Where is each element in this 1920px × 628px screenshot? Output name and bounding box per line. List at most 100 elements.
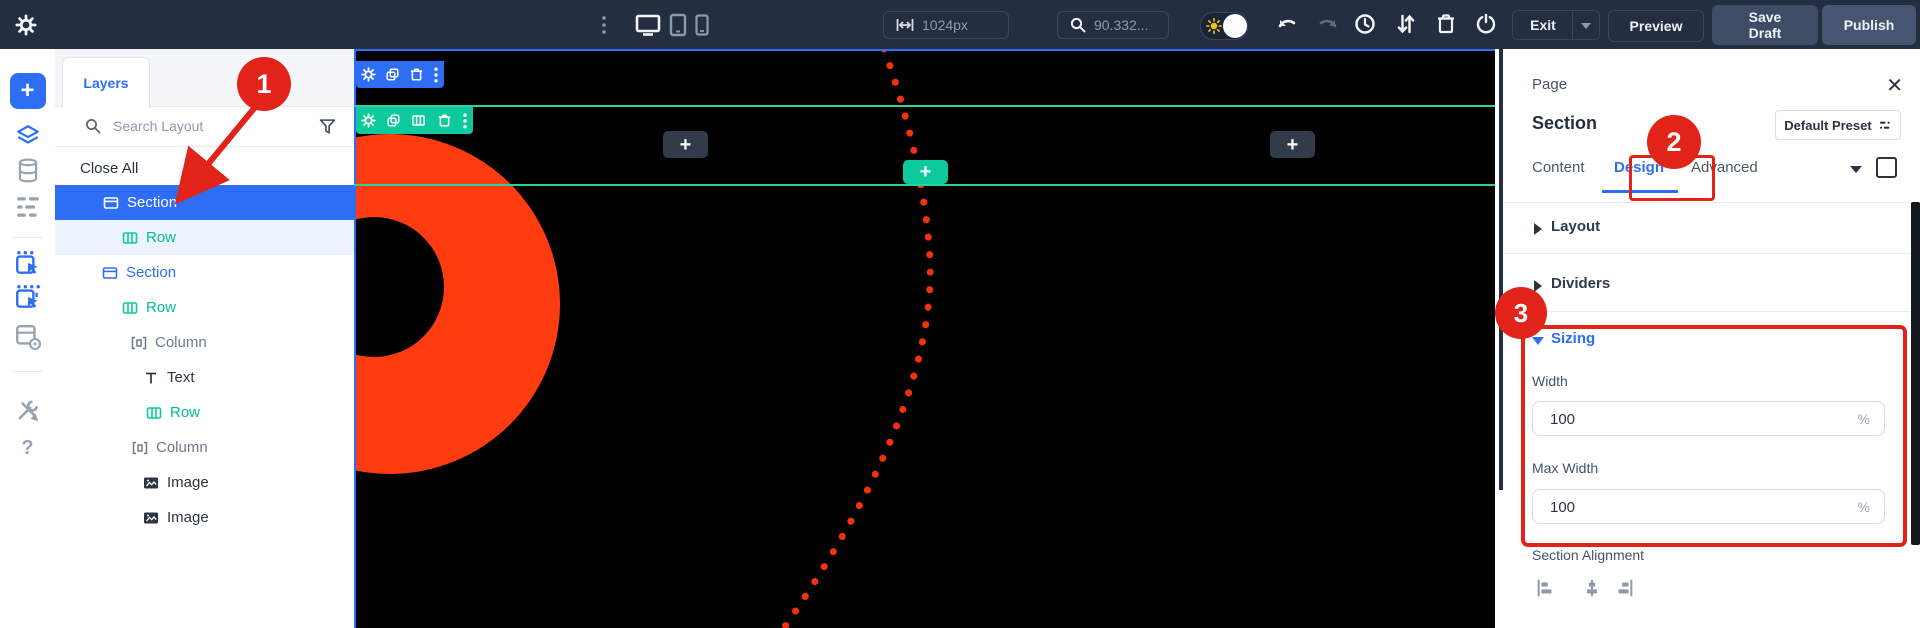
accordion-label: Sizing <box>1551 330 1595 347</box>
filter-funnel-icon[interactable] <box>319 118 336 135</box>
add-row-button[interactable]: + <box>903 160 948 184</box>
accordion-dividers[interactable]: Dividers <box>1551 275 1610 292</box>
phone-view-icon[interactable] <box>694 14 710 36</box>
max-width-input[interactable] <box>1548 490 1802 525</box>
undo-icon[interactable] <box>1277 15 1299 33</box>
image-icon <box>143 510 159 526</box>
layers-icon[interactable] <box>15 123 41 149</box>
layer-row-row[interactable]: Row <box>55 395 354 430</box>
layer-row-image[interactable]: Image <box>55 500 354 535</box>
history-clock-icon[interactable] <box>1354 13 1376 35</box>
annotation-step-3: 3 <box>1495 287 1547 339</box>
close-icon[interactable]: ✕ <box>1886 73 1903 98</box>
power-portability-icon[interactable] <box>1475 13 1497 35</box>
close-all-label: Close All <box>80 160 138 177</box>
trash-icon[interactable] <box>437 113 452 128</box>
page-settings-panel: Page ✕ Section Default Preset Content De… <box>1504 49 1920 628</box>
row-outline-line <box>354 105 1495 107</box>
row-toolbar <box>356 107 473 134</box>
panel-scrollbar[interactable] <box>1911 202 1920 545</box>
plus-icon: + <box>1287 135 1299 155</box>
add-module-button[interactable]: + <box>10 73 46 109</box>
layer-row-column[interactable]: Column <box>55 325 354 360</box>
annotation-step-2: 2 <box>1647 115 1701 169</box>
duplicate-icon[interactable] <box>386 113 401 128</box>
sort-arrows-icon[interactable] <box>1396 13 1416 35</box>
accordion-layout[interactable]: Layout <box>1551 218 1600 235</box>
section-settings-gear-icon[interactable] <box>361 67 376 82</box>
dotted-arc-decoration <box>354 49 1495 628</box>
duplicate-icon[interactable] <box>385 67 400 82</box>
columns-layout-icon[interactable] <box>411 113 426 128</box>
chevron-down-icon[interactable] <box>1850 166 1862 173</box>
layer-row-column[interactable]: Column <box>55 430 354 465</box>
layer-label: Row <box>170 404 200 421</box>
layer-row-section[interactable]: Section <box>55 255 354 290</box>
canvas-width-input[interactable]: 1024px <box>883 11 1009 39</box>
add-column-button[interactable]: + <box>1270 131 1315 158</box>
trash-icon[interactable] <box>409 67 424 82</box>
preview-button[interactable]: Preview <box>1608 10 1704 42</box>
insert-select-icon[interactable] <box>14 249 42 277</box>
sun-icon <box>1206 18 1222 34</box>
max-width-unit: % <box>1858 499 1870 515</box>
button-divider <box>1572 11 1573 39</box>
builder-settings-gear-icon[interactable] <box>15 14 37 36</box>
sidebar-divider <box>12 371 43 372</box>
close-all-button[interactable]: Close All <box>80 152 138 185</box>
accordion-sizing[interactable]: Sizing <box>1551 330 1595 347</box>
width-unit: % <box>1858 411 1870 427</box>
tab-advanced[interactable]: Advanced <box>1691 159 1758 176</box>
width-input[interactable] <box>1548 402 1802 437</box>
more-dots-icon[interactable] <box>433 67 439 83</box>
top-toolbar: 1024px 90.332... Exit <box>0 0 1920 49</box>
app-window: 1024px 90.332... Exit <box>0 0 1920 628</box>
light-dark-toggle[interactable] <box>1200 12 1248 40</box>
save-draft-button[interactable]: Save Draft <box>1712 5 1818 45</box>
help-icon[interactable]: ? <box>21 437 33 460</box>
default-preset-button[interactable]: Default Preset <box>1775 110 1901 140</box>
builder-canvas[interactable]: + + + <box>354 49 1495 628</box>
max-width-label: Max Width <box>1532 460 1598 476</box>
step-number: 2 <box>1666 127 1681 158</box>
module-settings-icon[interactable] <box>14 323 42 351</box>
panel-drag-divider[interactable] <box>1499 49 1503 490</box>
align-left-icon[interactable] <box>1535 576 1557 600</box>
toolbar-drag-dots-icon[interactable] <box>600 15 608 35</box>
row-settings-gear-icon[interactable] <box>361 113 376 128</box>
search-layout-input[interactable] <box>111 117 309 135</box>
tab-layers[interactable]: Layers <box>62 57 150 108</box>
layer-row-row[interactable]: Row <box>55 290 354 325</box>
layer-label: Row <box>146 229 176 246</box>
layer-row-row[interactable]: Row <box>55 220 354 255</box>
publish-button[interactable]: Publish <box>1822 5 1916 45</box>
row-icon <box>122 300 138 316</box>
tab-content[interactable]: Content <box>1532 159 1585 176</box>
database-icon[interactable] <box>15 157 41 185</box>
max-width-input-wrap: % <box>1532 489 1885 524</box>
section-icon <box>103 195 119 211</box>
exit-chevron-down-icon[interactable] <box>1581 23 1591 29</box>
redo-icon[interactable] <box>1316 15 1338 33</box>
field-list-icon[interactable] <box>15 195 41 219</box>
layer-row-section[interactable]: Section <box>55 185 354 220</box>
align-center-icon[interactable] <box>1581 576 1603 600</box>
chevron-down-icon <box>1532 337 1544 345</box>
tools-icon[interactable] <box>15 397 41 423</box>
trash-icon[interactable] <box>1436 13 1456 35</box>
layer-label: Text <box>167 369 195 386</box>
multi-select-icon[interactable] <box>14 283 42 311</box>
expand-panel-icon[interactable] <box>1876 157 1897 178</box>
desktop-view-icon[interactable] <box>634 12 662 38</box>
layers-search-row <box>55 106 354 147</box>
add-column-button[interactable]: + <box>663 131 708 158</box>
layer-row-image[interactable]: Image <box>55 465 354 500</box>
zoom-level-input[interactable]: 90.332... <box>1057 11 1169 39</box>
tablet-view-icon[interactable] <box>668 13 688 37</box>
layer-label: Column <box>155 334 207 351</box>
exit-button[interactable]: Exit <box>1512 10 1600 40</box>
layer-row-text[interactable]: Text <box>55 360 354 395</box>
more-dots-icon[interactable] <box>462 113 468 129</box>
annotation-step-1: 1 <box>237 57 291 111</box>
align-right-icon[interactable] <box>1613 576 1635 600</box>
